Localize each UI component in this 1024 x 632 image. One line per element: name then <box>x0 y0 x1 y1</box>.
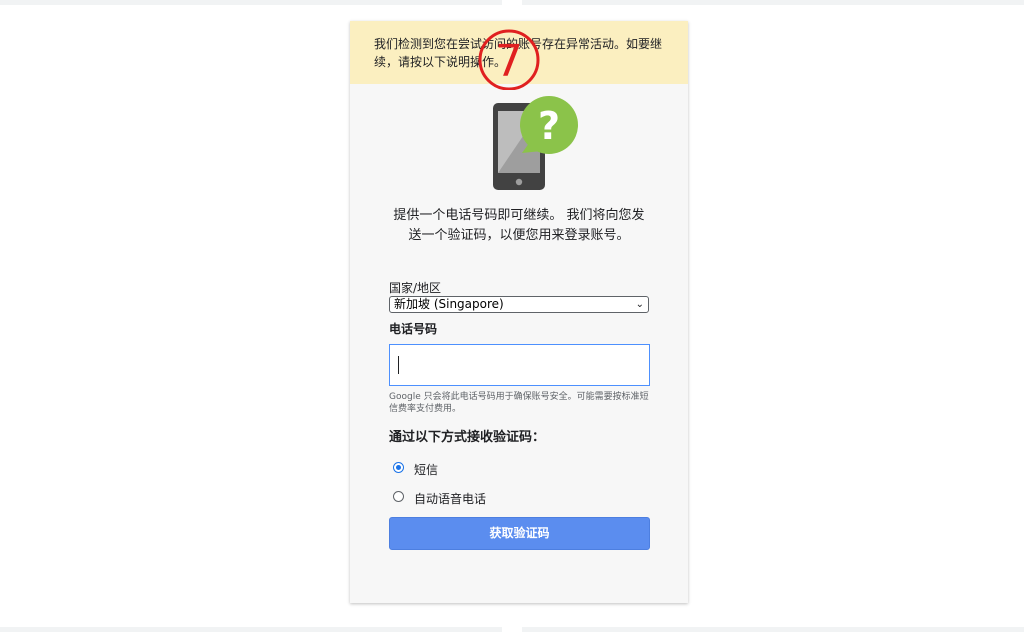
radio-button-voice-call[interactable] <box>393 491 404 502</box>
radio-label-voice-call: 自动语音电话 <box>414 492 487 506</box>
top-edge-right <box>522 0 1024 5</box>
radio-label-sms: 短信 <box>414 463 439 477</box>
phone-label: 电话号码 <box>389 322 438 336</box>
receive-method-label: 通过以下方式接收验证码： <box>389 430 546 445</box>
phone-input[interactable] <box>389 344 650 386</box>
text-caret <box>398 356 399 374</box>
verification-card: 我们检测到您在尝试访问的账号存在异常活动。如要继续，请按以下说明操作。 7 ? … <box>350 21 688 603</box>
intro-text: 提供一个电话号码即可继续。 我们将向您发送一个验证码，以便您用来登录账号。 <box>393 208 645 243</box>
phone-question-icon: ? <box>493 96 578 190</box>
country-label: 国家/地区 <box>389 281 442 295</box>
question-mark-glyph: ? <box>538 104 560 148</box>
country-select[interactable]: 新加坡 (Singapore) ⌄ <box>389 296 649 313</box>
radio-button-sms[interactable] <box>393 462 404 473</box>
step-number-text: 7 <box>495 36 523 87</box>
step-number-annotation: 7 <box>478 29 540 90</box>
chevron-down-icon: ⌄ <box>635 299 644 310</box>
bottom-edge-right <box>522 627 1024 632</box>
country-select-value: 新加坡 (Singapore) <box>394 297 504 311</box>
phone-disclaimer: Google 只会将此电话号码用于确保账号安全。可能需要按标准短信费率支付费用。 <box>389 392 649 414</box>
bottom-edge-left <box>0 627 502 632</box>
top-edge-left <box>0 0 502 5</box>
get-code-button[interactable]: 获取验证码 <box>389 517 650 550</box>
